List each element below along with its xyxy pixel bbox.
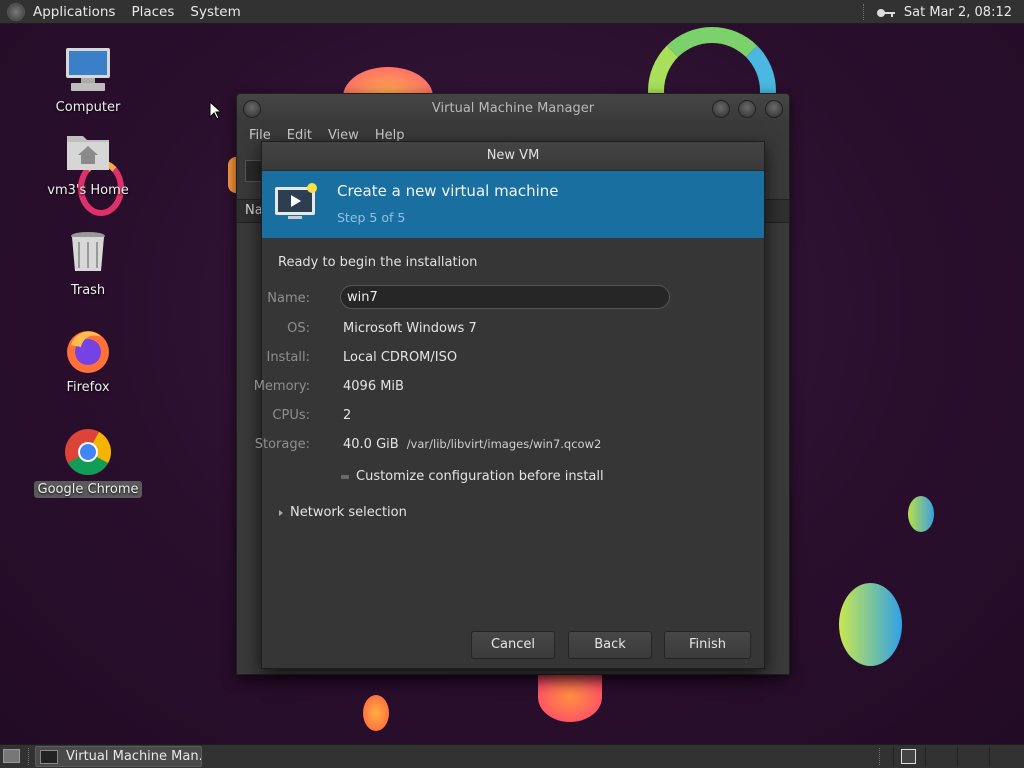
chrome-icon [63,427,113,477]
install-label: Install: [266,350,310,365]
workspace-window-icon [901,749,916,764]
vmm-titlebar[interactable]: Virtual Machine Manager [237,94,789,124]
desktop-icon-label: Trash [70,283,106,298]
panel-separator [28,748,31,765]
panel-separator [879,748,882,765]
storage-size: 40.0 GiB [343,437,399,452]
storage-value-group: 40.0 GiB/var/lib/libvirt/images/win7.qco… [343,437,601,452]
customize-label[interactable]: Customize configuration before install [356,469,604,484]
checkbox-unchecked-icon[interactable] [341,474,349,479]
bottom-panel: Virtual Machine Man... [0,744,1024,768]
expander-arrow-icon[interactable] [279,509,283,516]
summary-row-storage: Storage: 40.0 GiB/var/lib/libvirt/images… [255,437,742,457]
vmm-app-icon [40,749,58,764]
ready-text: Ready to begin the installation [278,255,478,270]
clock[interactable]: Sat Mar 2, 08:12 [896,5,1024,20]
decorative-blob [363,695,389,731]
computer-icon [63,45,113,95]
cpus-label: CPUs: [272,408,310,423]
top-panel: Applications Places System Sat Mar 2, 08… [0,0,1024,24]
customize-checkbox[interactable]: Customize configuration before install [341,469,604,484]
dialog-titlebar[interactable]: New VM [262,142,764,171]
taskbar-item-vmm[interactable]: Virtual Machine Man... [35,746,202,767]
separator-handle [862,4,866,20]
network-selection-expander[interactable]: Network selection [279,505,407,520]
desktop-icon-chrome[interactable]: Google Chrome [33,427,143,498]
desktop-icon-label: vm3's Home [47,183,129,198]
install-value: Local CDROM/ISO [343,350,458,365]
taskbar-item-label: Virtual Machine Man... [66,749,202,764]
back-button[interactable]: Back [568,631,652,659]
gnome-foot-icon[interactable] [7,2,25,21]
dialog-step-indicator: Step 5 of 5 [337,210,406,225]
desktop-icon-label: Computer [55,100,121,115]
workspace-1[interactable] [893,747,923,767]
summary-row-cpus: CPUs: 2 [262,408,742,428]
workspace-2[interactable] [925,747,955,767]
new-vm-dialog: New VM Create a new virtual machine Step… [254,141,765,669]
os-label: OS: [287,321,310,336]
cancel-button[interactable]: Cancel [471,631,555,659]
network-selection-label[interactable]: Network selection [290,505,407,520]
show-desktop-icon[interactable] [3,749,20,763]
storage-path: /var/lib/libvirt/images/win7.qcow2 [406,437,602,451]
home-folder-icon [63,128,113,178]
decorative-blob [839,583,902,666]
workspace-3[interactable] [957,747,987,767]
desktop-icon-trash[interactable]: Trash [33,228,143,299]
summary-row-install: Install: Local CDROM/ISO [262,350,742,370]
mouse-cursor-icon [209,101,221,120]
desktop-icon-computer[interactable]: Computer [33,45,143,116]
summary-row-memory: Memory: 4096 MiB [254,379,742,399]
os-value: Microsoft Windows 7 [343,321,477,336]
name-input[interactable] [340,285,670,309]
applications-menu[interactable]: Applications [25,4,123,20]
finish-button[interactable]: Finish [664,631,751,659]
dialog-header-banner: Create a new virtual machine Step 5 of 5 [262,171,764,238]
new-vm-monitor-icon [274,182,320,224]
cpus-value: 2 [343,408,352,423]
memory-value: 4096 MiB [343,379,404,394]
keyring-icon[interactable] [876,7,896,17]
firefox-icon [63,325,113,375]
places-menu[interactable]: Places [123,4,182,20]
close-icon[interactable] [765,100,783,118]
desktop-icon-label: Firefox [66,380,110,395]
desktop-icon-firefox[interactable]: Firefox [33,325,143,396]
workspace-4[interactable] [989,747,1019,767]
system-menu[interactable]: System [182,4,248,20]
decorative-blob [538,672,602,722]
name-label: Name: [267,291,310,306]
storage-label: Storage: [254,437,310,452]
maximize-icon[interactable] [738,100,756,118]
dialog-header-title: Create a new virtual machine [337,182,559,200]
trash-icon [63,228,113,278]
memory-label: Memory: [253,379,310,394]
desktop-icon-home[interactable]: vm3's Home [33,128,143,199]
window-menu-icon[interactable] [243,100,261,118]
summary-row-os: OS: Microsoft Windows 7 [262,321,742,341]
decorative-blob [908,496,934,532]
desktop-icon-label: Google Chrome [33,481,143,498]
minimize-icon[interactable] [712,100,730,118]
